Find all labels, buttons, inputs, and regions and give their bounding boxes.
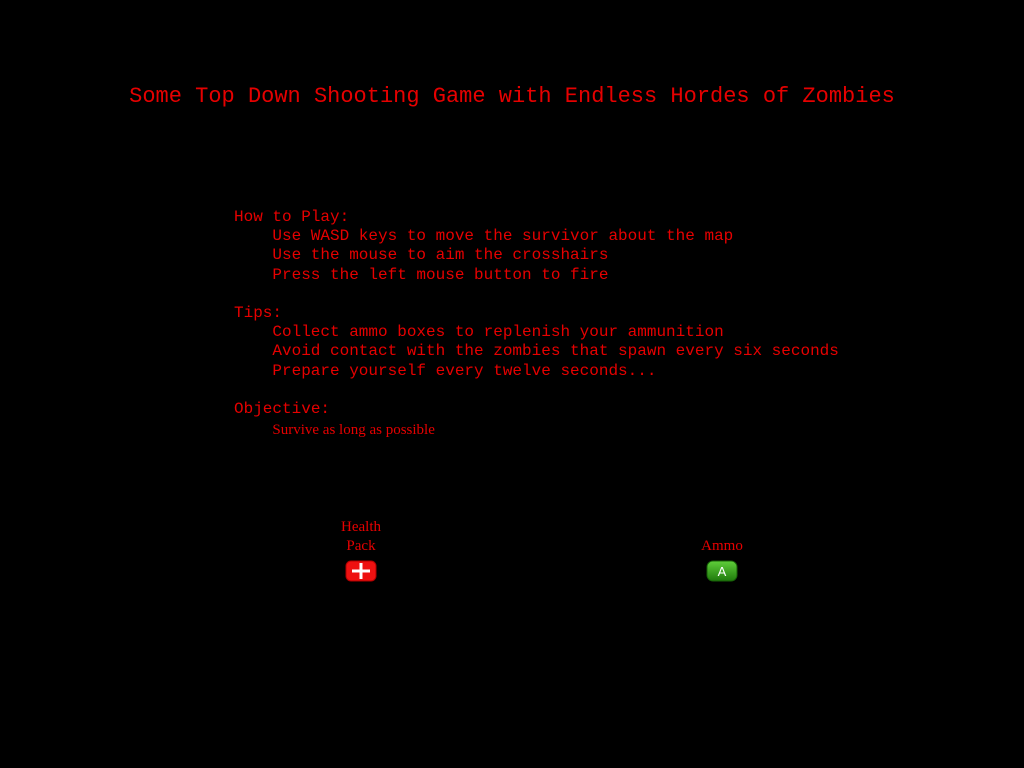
game-title: Some Top Down Shooting Game with Endless… xyxy=(129,84,895,109)
health-pack-legend: Health Pack xyxy=(321,518,401,582)
health-pack-label: Pack xyxy=(346,538,376,554)
tips-section: Tips: Collect ammo boxes to replenish yo… xyxy=(234,304,839,381)
health-cross-icon xyxy=(345,560,377,582)
health-pack-label: Health xyxy=(341,519,381,535)
instructions-panel: How to Play: Use WASD keys to move the s… xyxy=(234,208,839,441)
tip-line: Prepare yourself every twelve seconds... xyxy=(272,361,657,380)
ammo-box-icon: A xyxy=(706,560,738,582)
health-cross-vertical xyxy=(359,563,363,579)
objective-section: Objective: Survive as long as possible xyxy=(234,400,839,441)
tips-heading: Tips: xyxy=(234,304,283,322)
objective-heading: Objective: xyxy=(234,400,331,418)
how-to-play-heading: How to Play: xyxy=(234,208,350,226)
how-to-play-line: Press the left mouse button to fire xyxy=(272,265,609,284)
objective-line: Survive as long as possible xyxy=(272,422,435,439)
how-to-play-line: Use WASD keys to move the survivor about… xyxy=(272,227,734,246)
tip-line: Collect ammo boxes to replenish your amm… xyxy=(272,323,724,342)
ammo-label: Ammo xyxy=(701,538,743,554)
ammo-legend: Ammo A xyxy=(682,537,762,582)
ammo-box-letter: A xyxy=(718,564,727,579)
tip-line: Avoid contact with the zombies that spaw… xyxy=(272,342,839,361)
how-to-play-line: Use the mouse to aim the crosshairs xyxy=(272,246,609,265)
how-to-play-section: How to Play: Use WASD keys to move the s… xyxy=(234,208,839,285)
